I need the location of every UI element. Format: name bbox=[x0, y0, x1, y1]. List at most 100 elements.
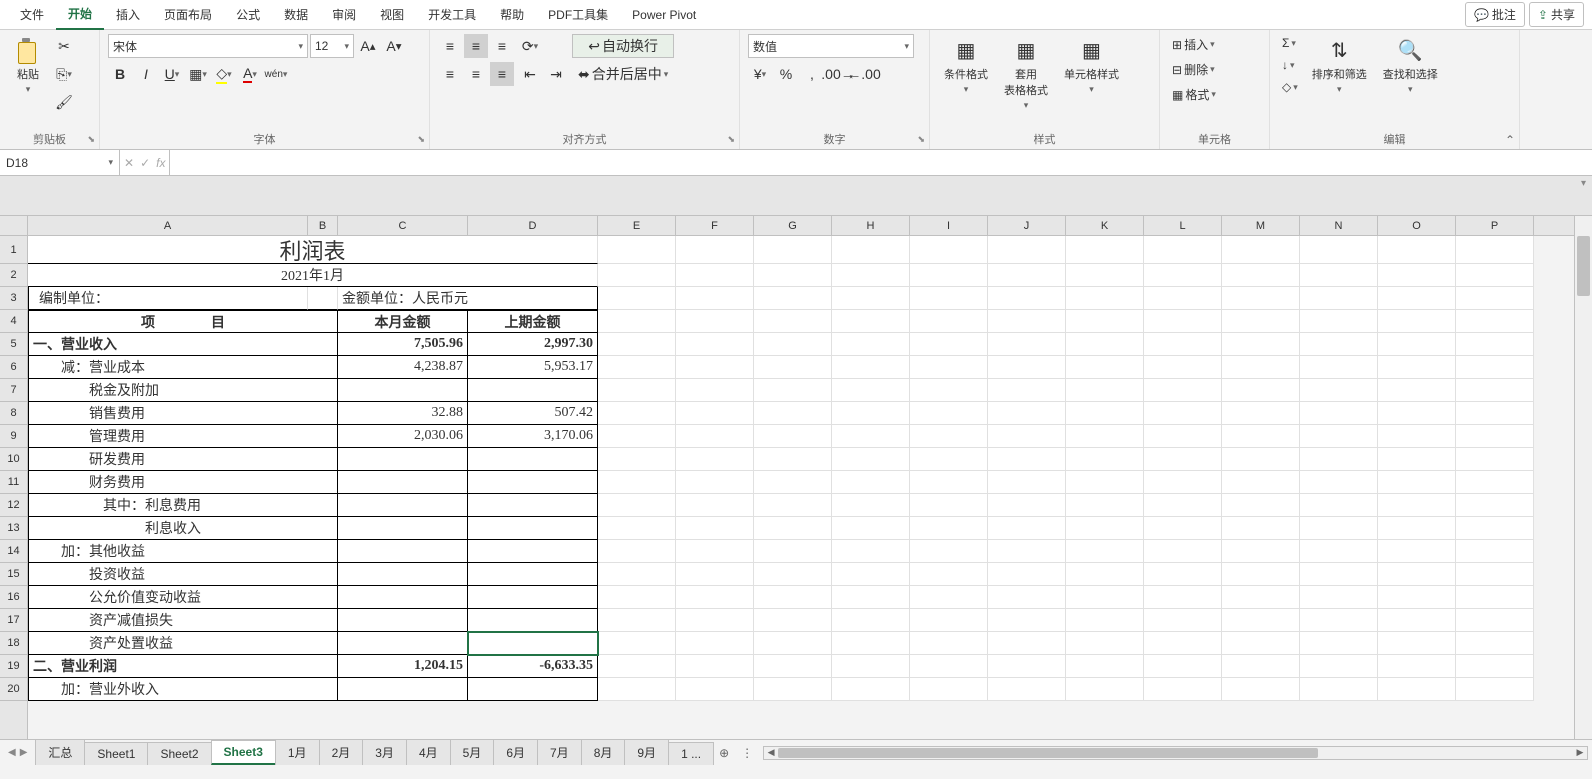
cell-bg[interactable] bbox=[1378, 655, 1456, 678]
number-launcher[interactable]: ⬊ bbox=[915, 132, 927, 147]
data-row-label[interactable]: 研发费用 bbox=[28, 448, 338, 471]
cell-bg[interactable] bbox=[1300, 310, 1378, 333]
cell-bg[interactable] bbox=[676, 236, 754, 264]
cell-bg[interactable] bbox=[1144, 494, 1222, 517]
cell-bg[interactable] bbox=[832, 310, 910, 333]
cell-bg[interactable] bbox=[1456, 310, 1534, 333]
period-cell[interactable]: 2021年1月 bbox=[28, 264, 598, 287]
number-format-select[interactable]: 数值▾ bbox=[748, 34, 914, 58]
cell-bg[interactable] bbox=[910, 287, 988, 310]
cell-bg[interactable] bbox=[910, 678, 988, 701]
paste-button[interactable]: 粘贴 ▾ bbox=[8, 34, 48, 97]
hscroll-left[interactable]: ◀ bbox=[764, 747, 778, 759]
cell-bg[interactable] bbox=[754, 517, 832, 540]
cell-bg[interactable] bbox=[598, 586, 676, 609]
cell-bg[interactable] bbox=[1456, 655, 1534, 678]
menu-item-4[interactable]: 公式 bbox=[224, 0, 272, 29]
clear-button[interactable]: ◇▾ bbox=[1278, 78, 1302, 96]
indent-increase-button[interactable]: ⇥ bbox=[544, 62, 568, 86]
cell-bg[interactable] bbox=[1300, 287, 1378, 310]
data-row-prev[interactable] bbox=[468, 379, 598, 402]
cell-bg[interactable] bbox=[1144, 448, 1222, 471]
cell-bg[interactable] bbox=[676, 356, 754, 379]
cell-bg[interactable] bbox=[1066, 494, 1144, 517]
cell-bg[interactable] bbox=[1222, 264, 1300, 287]
cell-bg[interactable] bbox=[910, 494, 988, 517]
cell-bg[interactable] bbox=[754, 236, 832, 264]
data-row-prev[interactable] bbox=[468, 563, 598, 586]
data-row-this[interactable]: 7,505.96 bbox=[338, 333, 468, 356]
cell-bg[interactable] bbox=[988, 609, 1066, 632]
sort-filter-button[interactable]: ⇅ 排序和筛选 ▾ bbox=[1306, 34, 1373, 97]
cell-bg[interactable] bbox=[754, 586, 832, 609]
comment-button[interactable]: 💬 批注 bbox=[1465, 2, 1525, 27]
cell-bg[interactable] bbox=[832, 379, 910, 402]
data-row-label[interactable]: 投资收益 bbox=[28, 563, 338, 586]
cell-bg[interactable] bbox=[1300, 540, 1378, 563]
cell-bg[interactable] bbox=[832, 563, 910, 586]
sheet-tab[interactable]: 7月 bbox=[537, 739, 582, 765]
cell-bg[interactable] bbox=[598, 310, 676, 333]
cell-bg[interactable] bbox=[1222, 655, 1300, 678]
cell-bg[interactable] bbox=[598, 287, 676, 310]
menu-item-6[interactable]: 审阅 bbox=[320, 0, 368, 29]
cell-bg[interactable] bbox=[676, 448, 754, 471]
cell-bg[interactable] bbox=[1144, 609, 1222, 632]
cell-bg[interactable] bbox=[1144, 586, 1222, 609]
cell-bg[interactable] bbox=[598, 356, 676, 379]
col-head-L[interactable]: L bbox=[1144, 216, 1222, 235]
cell-bg[interactable] bbox=[1066, 287, 1144, 310]
cell-bg[interactable] bbox=[1222, 609, 1300, 632]
cell-bg[interactable] bbox=[1144, 540, 1222, 563]
data-row-label[interactable]: 一、营业收入 bbox=[28, 333, 338, 356]
cell-bg[interactable] bbox=[1144, 517, 1222, 540]
row-head-5[interactable]: 5 bbox=[0, 333, 27, 356]
cell-bg[interactable] bbox=[1222, 448, 1300, 471]
cell-bg[interactable] bbox=[832, 356, 910, 379]
cell-bg[interactable] bbox=[832, 517, 910, 540]
data-row-this[interactable] bbox=[338, 379, 468, 402]
cell-bg[interactable] bbox=[1066, 425, 1144, 448]
cell-bg[interactable] bbox=[1456, 264, 1534, 287]
align-right-button[interactable]: ≡ bbox=[490, 62, 514, 86]
cell-bg[interactable] bbox=[754, 379, 832, 402]
data-row-label[interactable]: 利息收入 bbox=[28, 517, 338, 540]
cell-bg[interactable] bbox=[988, 471, 1066, 494]
data-row-prev[interactable]: -6,633.35 bbox=[468, 655, 598, 678]
cell-bg[interactable] bbox=[1222, 632, 1300, 655]
cell-bg[interactable] bbox=[1144, 310, 1222, 333]
cell-bg[interactable] bbox=[1378, 379, 1456, 402]
cell-bg[interactable] bbox=[598, 379, 676, 402]
autosum-button[interactable]: Σ▾ bbox=[1278, 34, 1302, 52]
cell-bg[interactable] bbox=[754, 287, 832, 310]
cell-bg[interactable] bbox=[910, 540, 988, 563]
sheet-tab-menu[interactable]: ⋮ bbox=[735, 746, 759, 760]
cell-bg[interactable] bbox=[1300, 402, 1378, 425]
cell-bg[interactable] bbox=[676, 586, 754, 609]
cell-bg[interactable] bbox=[1456, 471, 1534, 494]
cell-bg[interactable] bbox=[754, 448, 832, 471]
cell-bg[interactable] bbox=[1222, 425, 1300, 448]
cell-bg[interactable] bbox=[1378, 563, 1456, 586]
sheet-tab[interactable]: 4月 bbox=[406, 739, 451, 765]
row-head-19[interactable]: 19 bbox=[0, 655, 27, 678]
cell-bg[interactable] bbox=[676, 632, 754, 655]
cell-bg[interactable] bbox=[754, 678, 832, 701]
cell-bg[interactable] bbox=[1066, 632, 1144, 655]
cell-bg[interactable] bbox=[1378, 678, 1456, 701]
row-head-9[interactable]: 9 bbox=[0, 425, 27, 448]
cut-button[interactable]: ✂ bbox=[52, 34, 76, 58]
percent-button[interactable]: % bbox=[774, 62, 798, 86]
align-bottom-button[interactable]: ≡ bbox=[490, 34, 514, 58]
cell-bg[interactable] bbox=[1222, 471, 1300, 494]
cell-bg[interactable] bbox=[1066, 517, 1144, 540]
col-head-I[interactable]: I bbox=[910, 216, 988, 235]
cell-bg[interactable] bbox=[598, 517, 676, 540]
font-size-select[interactable]: 12▾ bbox=[310, 34, 354, 58]
cell-bg[interactable] bbox=[1456, 287, 1534, 310]
expand-formula-bar-button[interactable]: ▾ bbox=[1581, 178, 1586, 189]
cell-bg[interactable] bbox=[754, 310, 832, 333]
cell-bg[interactable] bbox=[832, 655, 910, 678]
title-cell[interactable]: 利润表 bbox=[28, 236, 598, 264]
italic-button[interactable]: I bbox=[134, 62, 158, 86]
